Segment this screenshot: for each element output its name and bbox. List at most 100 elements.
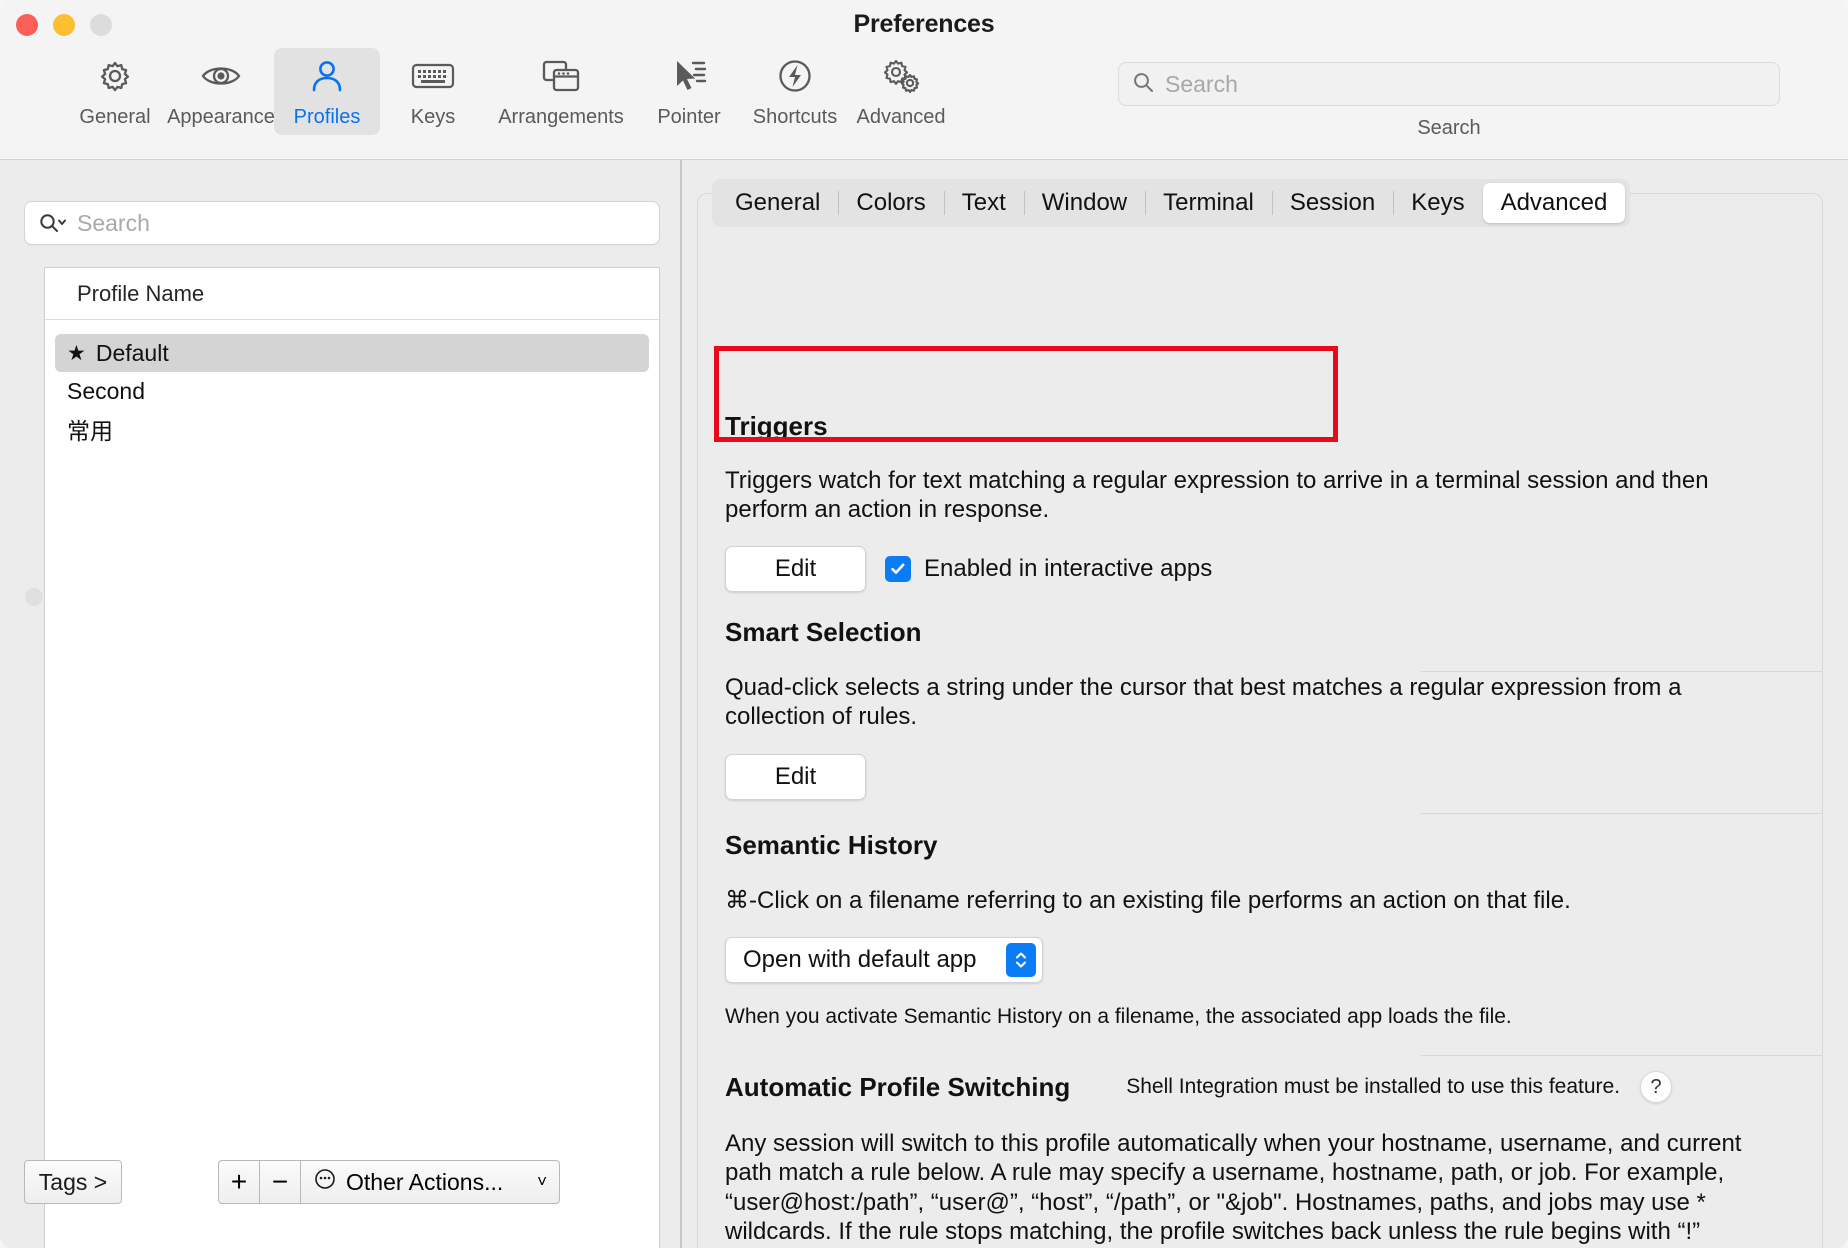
sidebar: Profile Name ★ Default Second 常用	[0, 160, 682, 1248]
tab-colors[interactable]: Colors	[838, 183, 943, 223]
divider	[1421, 813, 1822, 814]
tab-session[interactable]: Session	[1271, 183, 1393, 223]
settings-panel: Triggers Triggers watch for text matchin…	[697, 193, 1823, 1248]
preferences-window: Preferences General Appearance Profiles …	[0, 0, 1848, 1248]
help-button[interactable]: ?	[1640, 1071, 1673, 1103]
toolbar-item-label: Profiles	[293, 106, 361, 128]
semantic-history-selected-option: Open with default app	[743, 946, 977, 974]
toolbar-item-label: Arrangements	[498, 106, 624, 128]
section-automatic-profile-switching: Automatic Profile Switching Shell Integr…	[725, 1071, 1800, 1246]
chevron-down-icon: ˅	[537, 1172, 547, 1191]
remove-profile-button[interactable]: −	[259, 1160, 300, 1204]
toolbar-item-profiles[interactable]: Profiles	[274, 48, 380, 135]
sidebar-splitter-handle[interactable]	[25, 588, 43, 606]
semantic-history-title: Semantic History	[725, 830, 938, 860]
cursor-icon	[668, 55, 710, 97]
toolbar-item-label: Shortcuts	[752, 106, 838, 128]
add-profile-label: +	[230, 1166, 248, 1197]
bolt-circle-icon	[775, 55, 815, 97]
divider	[1421, 1055, 1822, 1056]
profile-row-default[interactable]: ★ Default	[55, 334, 649, 372]
windows-icon	[539, 55, 583, 97]
toolbar-item-shortcuts[interactable]: Shortcuts	[742, 48, 848, 135]
toolbar-item-keys[interactable]: Keys	[380, 48, 486, 135]
panel-content: Triggers Triggers watch for text matchin…	[698, 216, 1822, 1248]
triggers-description: Triggers watch for text matching a regul…	[725, 467, 1709, 524]
toolbar-item-advanced[interactable]: Advanced	[848, 48, 954, 135]
keyboard-icon	[410, 55, 456, 97]
toolbar-item-label: Keys	[410, 106, 456, 128]
tab-general[interactable]: General	[717, 183, 838, 223]
toolbar-item-appearance[interactable]: Appearance	[167, 48, 275, 135]
triggers-title: Triggers	[725, 411, 828, 441]
triggers-edit-button[interactable]: Edit	[725, 545, 866, 592]
tags-button[interactable]: Tags >	[24, 1160, 122, 1204]
gears-icon	[879, 55, 923, 97]
panel-tabbar: General Colors Text Window Terminal Session Ke…	[712, 179, 1631, 227]
toolbar-search-area: Search	[1118, 62, 1780, 140]
titlebar: Preferences General Appearance Profiles …	[0, 0, 1848, 160]
eye-icon	[199, 55, 243, 97]
toolbar-search-field[interactable]	[1118, 62, 1780, 106]
search-dropdown-icon[interactable]	[38, 211, 68, 235]
section-semantic-history: Semantic History ⌘-Click on a filename r…	[725, 830, 1800, 1029]
stepper-arrows-icon[interactable]	[1006, 943, 1036, 978]
smart-selection-edit-button[interactable]: Edit	[725, 753, 866, 800]
toolbar-search-label: Search	[1417, 117, 1481, 139]
profile-list: ★ Default Second 常用	[45, 320, 659, 448]
semantic-history-description: ⌘-Click on a filename referring to an ex…	[725, 887, 1571, 914]
aps-title: Automatic Profile Switching	[725, 1071, 1071, 1102]
tab-label: Keys	[1411, 189, 1465, 216]
toolbar: General Appearance Profiles Keys Arrange…	[62, 48, 954, 135]
window-body: Profile Name ★ Default Second 常用	[0, 160, 1848, 1248]
tab-window[interactable]: Window	[1023, 183, 1145, 223]
toolbar-item-arrangements[interactable]: Arrangements	[486, 48, 636, 135]
sidebar-splitter[interactable]	[680, 160, 682, 1248]
profile-row-changyong[interactable]: 常用	[55, 410, 649, 448]
add-profile-button[interactable]: +	[218, 1160, 259, 1204]
aps-description: Any session will switch to this profile …	[725, 1130, 1742, 1245]
triggers-enabled-checkbox[interactable]: Enabled in interactive apps	[885, 555, 1212, 583]
toolbar-item-label: General	[79, 106, 151, 128]
tab-terminal[interactable]: Terminal	[1145, 183, 1272, 223]
smart-selection-description: Quad-click selects a string under the cu…	[725, 674, 1682, 731]
tab-keys[interactable]: Keys	[1393, 183, 1482, 223]
page-title: Preferences	[853, 10, 995, 38]
sidebar-bottom-bar: Tags >	[24, 1160, 122, 1204]
toolbar-item-label: Pointer	[657, 106, 721, 128]
profile-table: Profile Name ★ Default Second 常用	[44, 267, 660, 1248]
other-actions-label: Other Actions...	[346, 1168, 504, 1195]
tab-label: Terminal	[1163, 189, 1254, 216]
semantic-history-note: When you activate Semantic History on a …	[725, 1005, 1512, 1029]
smart-selection-title: Smart Selection	[725, 617, 922, 647]
search-icon	[1131, 70, 1155, 99]
gear-icon	[95, 55, 135, 97]
column-header-profile-name: Profile Name	[77, 280, 205, 306]
tab-text[interactable]: Text	[943, 183, 1024, 223]
profile-row-second[interactable]: Second	[55, 372, 649, 410]
section-triggers: Triggers Triggers watch for text matchin…	[725, 411, 1800, 592]
tab-label: Session	[1289, 189, 1376, 216]
tags-button-label: Tags >	[38, 1168, 108, 1195]
tab-label: Text	[961, 189, 1006, 216]
semantic-history-action-dropdown[interactable]: Open with default app	[725, 937, 1043, 984]
section-smart-selection: Smart Selection Quad-click selects a str…	[725, 617, 1800, 800]
toolbar-item-label: Appearance	[167, 106, 275, 128]
profile-search-field[interactable]	[24, 201, 660, 245]
tab-label: Advanced	[1500, 189, 1608, 216]
toolbar-item-label: Advanced	[856, 106, 946, 128]
triggers-controls-row: Edit Enabled in interactive apps	[725, 545, 1800, 592]
toolbar-item-general[interactable]: General	[62, 48, 168, 135]
profile-name-label: 常用	[67, 418, 113, 444]
other-actions-dropdown[interactable]: Other Actions... ˅	[300, 1160, 560, 1204]
toolbar-item-pointer[interactable]: Pointer	[636, 48, 742, 135]
profile-name-label: Second	[67, 377, 146, 404]
tab-advanced[interactable]: Advanced	[1482, 183, 1626, 223]
profile-search-input[interactable]	[77, 209, 646, 237]
checkbox-checked-icon[interactable]	[885, 555, 911, 582]
toolbar-search-input[interactable]	[1165, 70, 1767, 98]
profile-table-header[interactable]: Profile Name	[45, 268, 659, 320]
circle-ellipsis-icon	[313, 1167, 337, 1197]
tab-label: General	[735, 189, 821, 216]
remove-profile-label: −	[271, 1166, 289, 1197]
